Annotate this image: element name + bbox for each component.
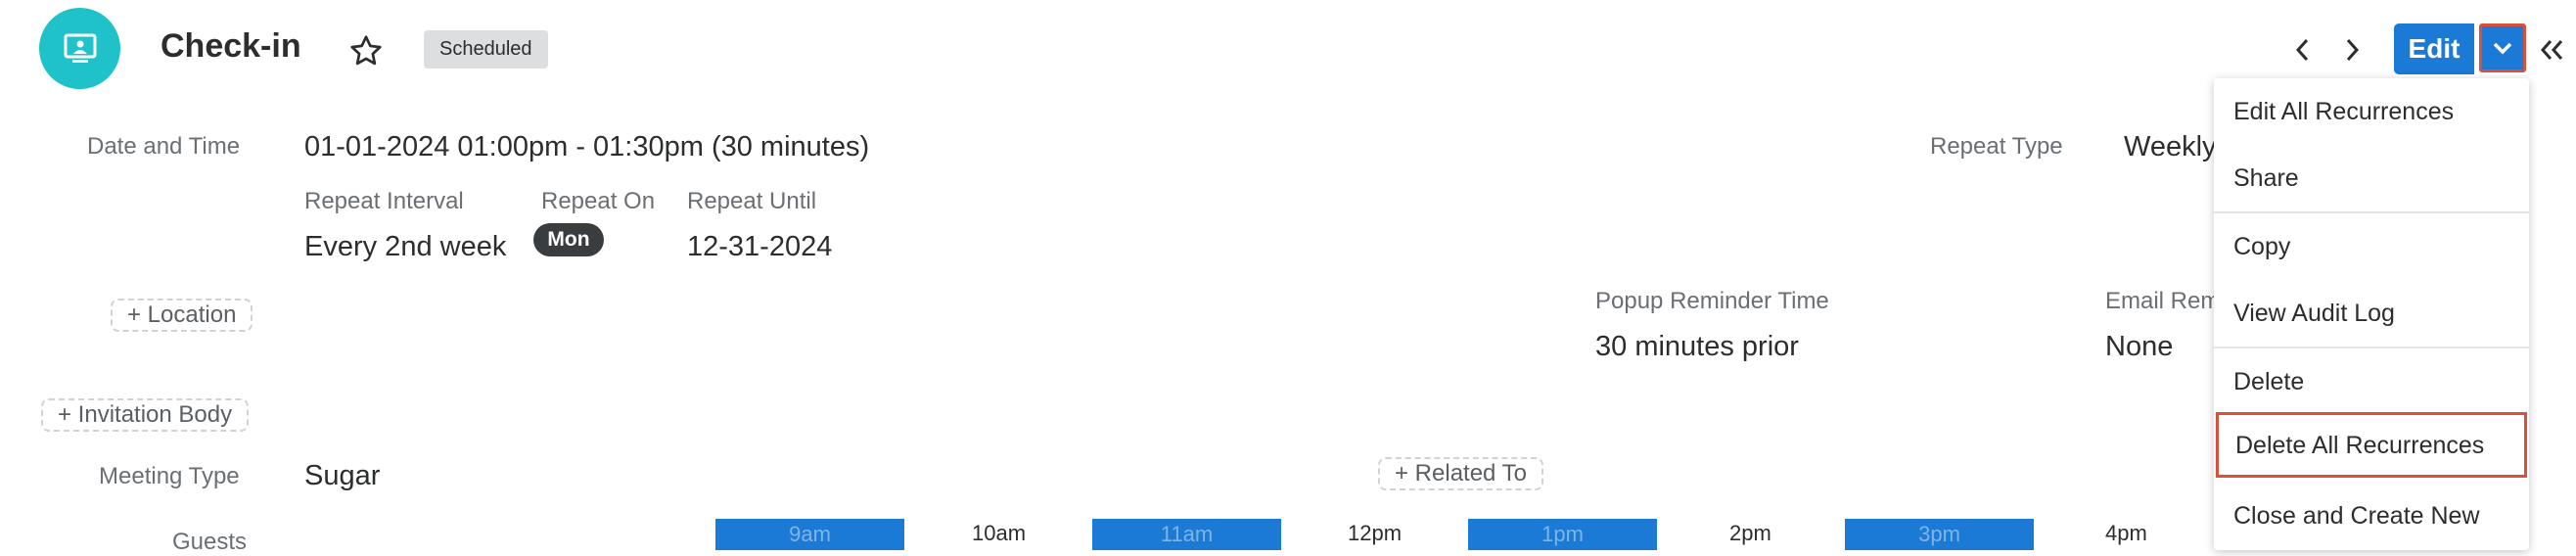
repeat-interval-label: Repeat Interval <box>304 188 464 214</box>
menu-item-copy[interactable]: Copy <box>2214 213 2529 279</box>
email-reminder-value: None <box>2105 331 2174 362</box>
guests-label: Guests <box>172 529 248 555</box>
meeting-type-label: Meeting Type <box>99 463 240 489</box>
menu-item-share[interactable]: Share <box>2214 145 2529 210</box>
page-title: Check-in <box>161 27 301 65</box>
repeat-interval-value: Every 2nd week <box>304 231 507 262</box>
repeat-until-value: 12-31-2024 <box>687 231 833 262</box>
menu-item-view-audit-log[interactable]: View Audit Log <box>2214 280 2529 346</box>
menu-item-edit-all-recurrences[interactable]: Edit All Recurrences <box>2214 78 2529 144</box>
add-location-button[interactable]: + Location <box>111 299 253 332</box>
star-icon[interactable] <box>348 33 384 69</box>
add-related-to-button[interactable]: + Related To <box>1378 457 1543 490</box>
timeline-slot[interactable]: 1pm <box>1468 519 1657 550</box>
chevron-left-icon[interactable] <box>2291 35 2315 65</box>
repeat-type-value: Weekly <box>2124 131 2217 162</box>
chevron-down-icon <box>2493 42 2512 55</box>
timeline-slot[interactable]: 3pm <box>1845 519 2034 550</box>
timeline-slot[interactable]: 11am <box>1092 519 1281 550</box>
timeline-slot[interactable]: 9am <box>715 519 904 550</box>
meeting-screen-icon <box>64 33 96 63</box>
repeat-type-label: Repeat Type <box>1930 133 2063 160</box>
actions-dropdown-menu: Edit All Recurrences Share Copy View Aud… <box>2214 78 2529 550</box>
status-badge: Scheduled <box>424 30 548 69</box>
popup-reminder-label: Popup Reminder Time <box>1595 288 1829 314</box>
repeat-on-label: Repeat On <box>541 188 656 214</box>
timeline-tick: 12pm <box>1348 521 1403 545</box>
popup-reminder-value: 30 minutes prior <box>1595 331 1799 362</box>
date-time-label: Date and Time <box>87 133 241 160</box>
email-reminder-label: Email Rem <box>2105 288 2221 314</box>
menu-item-close-and-create-new[interactable]: Close and Create New <box>2214 483 2529 548</box>
repeat-on-day-chip: Mon <box>533 223 604 256</box>
double-chevron-left-icon[interactable] <box>2537 35 2568 65</box>
meeting-type-value: Sugar <box>304 460 381 491</box>
record-avatar <box>39 8 120 89</box>
date-time-value: 01-01-2024 01:00pm - 01:30pm (30 minutes… <box>304 131 870 162</box>
chevron-right-icon[interactable] <box>2340 35 2364 65</box>
timeline-tick: 10am <box>972 521 1027 545</box>
menu-item-delete-all-recurrences[interactable]: Delete All Recurrences <box>2216 412 2527 478</box>
timeline-tick: 4pm <box>2105 521 2147 545</box>
edit-button[interactable]: Edit <box>2394 23 2474 74</box>
timeline-tick: 2pm <box>1729 521 1771 545</box>
actions-dropdown-button[interactable] <box>2479 23 2526 72</box>
add-invitation-body-button[interactable]: + Invitation Body <box>41 398 250 432</box>
repeat-until-label: Repeat Until <box>687 188 817 214</box>
menu-item-delete[interactable]: Delete <box>2214 348 2529 414</box>
